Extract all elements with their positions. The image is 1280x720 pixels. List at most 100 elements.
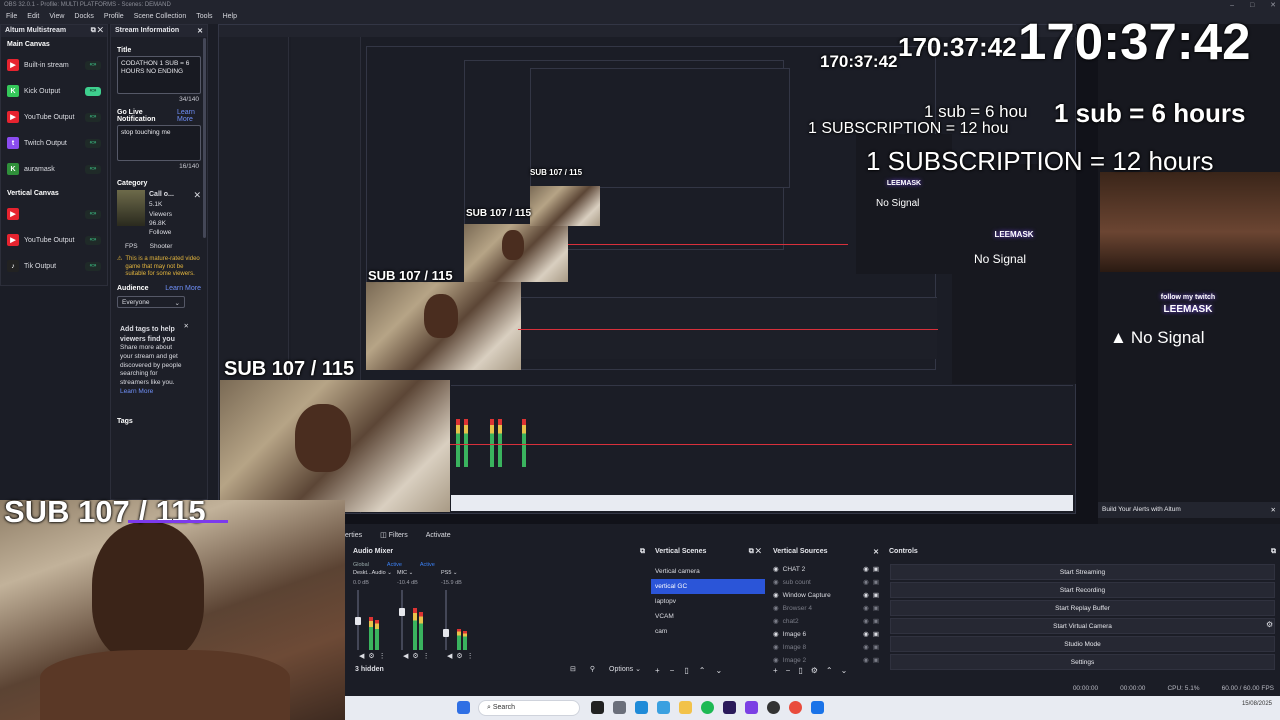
scene-item[interactable]: Vertical camera bbox=[651, 564, 765, 579]
remove-scene-icon[interactable]: − bbox=[670, 666, 675, 675]
scene-filter-icon[interactable]: ▯ bbox=[684, 666, 688, 675]
close-icon[interactable]: ✕ bbox=[197, 27, 203, 35]
lock-icon[interactable]: ▣ bbox=[873, 641, 879, 654]
main-row[interactable]: t Twitch Output «» bbox=[1, 130, 107, 156]
menu-view[interactable]: View bbox=[49, 13, 64, 23]
move-up-icon[interactable]: ⌃ bbox=[826, 666, 833, 675]
twitch-icon[interactable] bbox=[745, 701, 758, 714]
app-icon[interactable] bbox=[811, 701, 824, 714]
volume-slider[interactable] bbox=[401, 590, 403, 650]
main-row[interactable]: K Kick Output «» bbox=[1, 78, 107, 104]
source-item[interactable]: ◉ sub count ◉ ▣ bbox=[769, 576, 879, 589]
source-item[interactable]: ◉ Window Capture ◉ ▣ bbox=[769, 589, 879, 602]
lock-icon[interactable]: ▣ bbox=[873, 563, 879, 576]
taskbar-search[interactable]: ⌕ Search bbox=[478, 700, 580, 716]
menu-profile[interactable]: Profile bbox=[104, 13, 124, 23]
lock-icon[interactable]: ▣ bbox=[873, 589, 879, 602]
control-button[interactable]: Settings bbox=[890, 654, 1275, 670]
remove-category-icon[interactable]: ✕ bbox=[193, 190, 201, 238]
scene-item[interactable]: vertical GC bbox=[651, 579, 765, 594]
menu-docks[interactable]: Docks bbox=[74, 13, 93, 23]
dock-buttons[interactable]: ⧉ ✕ bbox=[749, 548, 761, 560]
app-icon[interactable] bbox=[657, 701, 670, 714]
volume-slider[interactable] bbox=[445, 590, 447, 650]
audience-learn-more[interactable]: Learn More bbox=[165, 285, 201, 292]
obs-icon[interactable] bbox=[767, 701, 780, 714]
tags-learn-more[interactable]: Learn More bbox=[120, 388, 198, 397]
channel-controls[interactable]: ◀⚙⋮ bbox=[447, 652, 478, 660]
remove-source-icon[interactable]: − bbox=[786, 666, 791, 675]
mixer-options-button[interactable]: Options ⌄ bbox=[609, 665, 641, 673]
move-down-icon[interactable]: ⌄ bbox=[715, 666, 722, 675]
edge-icon[interactable] bbox=[635, 701, 648, 714]
close-icon[interactable]: ✕ bbox=[1271, 506, 1276, 514]
mixer-layout-icon[interactable]: ⊟ bbox=[570, 665, 576, 673]
source-filter-icon[interactable]: ▯ bbox=[798, 666, 802, 675]
main-row[interactable]: Kauramask «» bbox=[1, 156, 107, 182]
visibility-eye-icon[interactable]: ◉ bbox=[863, 641, 869, 654]
menu-file[interactable]: File bbox=[6, 13, 17, 23]
control-button[interactable]: Start Virtual Camera bbox=[890, 618, 1275, 634]
volume-knob[interactable] bbox=[355, 617, 361, 625]
golive-input[interactable]: stop touching me bbox=[117, 125, 201, 161]
lock-icon[interactable]: ▣ bbox=[873, 602, 879, 615]
spotify-icon[interactable] bbox=[701, 701, 714, 714]
source-item[interactable]: ◉ CHAT 2 ◉ ▣ bbox=[769, 563, 879, 576]
menu-tools[interactable]: Tools bbox=[196, 13, 212, 23]
volume-knob[interactable] bbox=[443, 629, 449, 637]
learn-more-link[interactable]: Learn More bbox=[177, 109, 201, 123]
visibility-eye-icon[interactable]: ◉ bbox=[863, 576, 869, 589]
minimize-button[interactable]: – bbox=[1230, 2, 1234, 9]
lock-icon[interactable]: ▣ bbox=[873, 615, 879, 628]
control-button[interactable]: Start Replay Buffer bbox=[890, 600, 1275, 616]
mixer-tab-global[interactable]: Global bbox=[353, 562, 369, 570]
mixer-link-icon[interactable]: ⚲ bbox=[590, 665, 595, 673]
lock-icon[interactable]: ▣ bbox=[873, 628, 879, 641]
output-toggle[interactable]: «» bbox=[85, 209, 101, 219]
source-item[interactable]: ◉ Image 6 ◉ ▣ bbox=[769, 628, 879, 641]
visibility-eye-icon[interactable]: ◉ bbox=[863, 628, 869, 641]
preview-canvas[interactable]: follow my twitch LEEMASK ▲ No Signal Buil… bbox=[218, 13, 1280, 524]
source-settings-icon[interactable]: ⚙ bbox=[811, 666, 818, 675]
dock-buttons[interactable]: ⧉ ✕ bbox=[91, 27, 103, 35]
move-down-icon[interactable]: ⌄ bbox=[841, 666, 848, 675]
vertical-row[interactable]: ▶ YouTube Output «» bbox=[1, 227, 107, 253]
vertical-row[interactable]: ♪ Tik Output «» bbox=[1, 253, 107, 279]
output-toggle[interactable]: «» bbox=[85, 112, 101, 122]
move-up-icon[interactable]: ⌃ bbox=[699, 666, 706, 675]
chrome-icon[interactable] bbox=[789, 701, 802, 714]
close-button[interactable]: ✕ bbox=[1270, 2, 1276, 9]
control-button[interactable]: Start Recording bbox=[890, 582, 1275, 598]
vertical-row[interactable]: ▶ «» bbox=[1, 201, 107, 227]
task-view-icon[interactable] bbox=[591, 701, 604, 714]
close-icon[interactable]: ✕ bbox=[873, 548, 879, 560]
channel-name[interactable]: MIC ⌄ bbox=[397, 570, 437, 576]
dock-float-icon[interactable]: ⧉ bbox=[640, 548, 645, 560]
windows-start-icon[interactable] bbox=[457, 701, 470, 714]
title-input[interactable]: CODATHON 1 SUB = 6 HOURS NO ENDING bbox=[117, 56, 201, 94]
main-row[interactable]: ▶ Built-in stream «» bbox=[1, 52, 107, 78]
premiere-icon[interactable] bbox=[723, 701, 736, 714]
source-item[interactable]: ◉ Image 8 ◉ ▣ bbox=[769, 641, 879, 654]
properties-tab[interactable]: erties bbox=[345, 532, 362, 539]
lock-icon[interactable]: ▣ bbox=[873, 576, 879, 589]
visibility-eye-icon[interactable]: ◉ bbox=[863, 602, 869, 615]
visibility-eye-icon[interactable]: ◉ bbox=[863, 615, 869, 628]
output-toggle[interactable]: «» bbox=[85, 164, 101, 174]
channel-controls[interactable]: ◀⚙⋮ bbox=[403, 652, 434, 660]
mixer-tab-active-2[interactable]: Active bbox=[420, 562, 435, 570]
channel-controls[interactable]: ◀⚙⋮ bbox=[359, 652, 390, 660]
main-row[interactable]: ▶ YouTube Output «» bbox=[1, 104, 107, 130]
visibility-eye-icon[interactable]: ◉ bbox=[863, 654, 869, 667]
visibility-eye-icon[interactable]: ◉ bbox=[863, 589, 869, 602]
mixer-tab-active[interactable]: Active bbox=[387, 562, 402, 570]
add-scene-icon[interactable]: + bbox=[655, 666, 660, 675]
output-toggle[interactable]: «» bbox=[85, 86, 101, 96]
stream-info-scrollbar[interactable] bbox=[203, 38, 206, 238]
source-item[interactable]: ◉ chat2 ◉ ▣ bbox=[769, 615, 879, 628]
lock-icon[interactable]: ▣ bbox=[873, 654, 879, 667]
channel-name[interactable]: PS5 ⌄ bbox=[441, 570, 481, 576]
control-button[interactable]: Studio Mode bbox=[890, 636, 1275, 652]
close-icon[interactable]: ✕ bbox=[184, 323, 189, 332]
menu-scene-collection[interactable]: Scene Collection bbox=[134, 13, 187, 23]
